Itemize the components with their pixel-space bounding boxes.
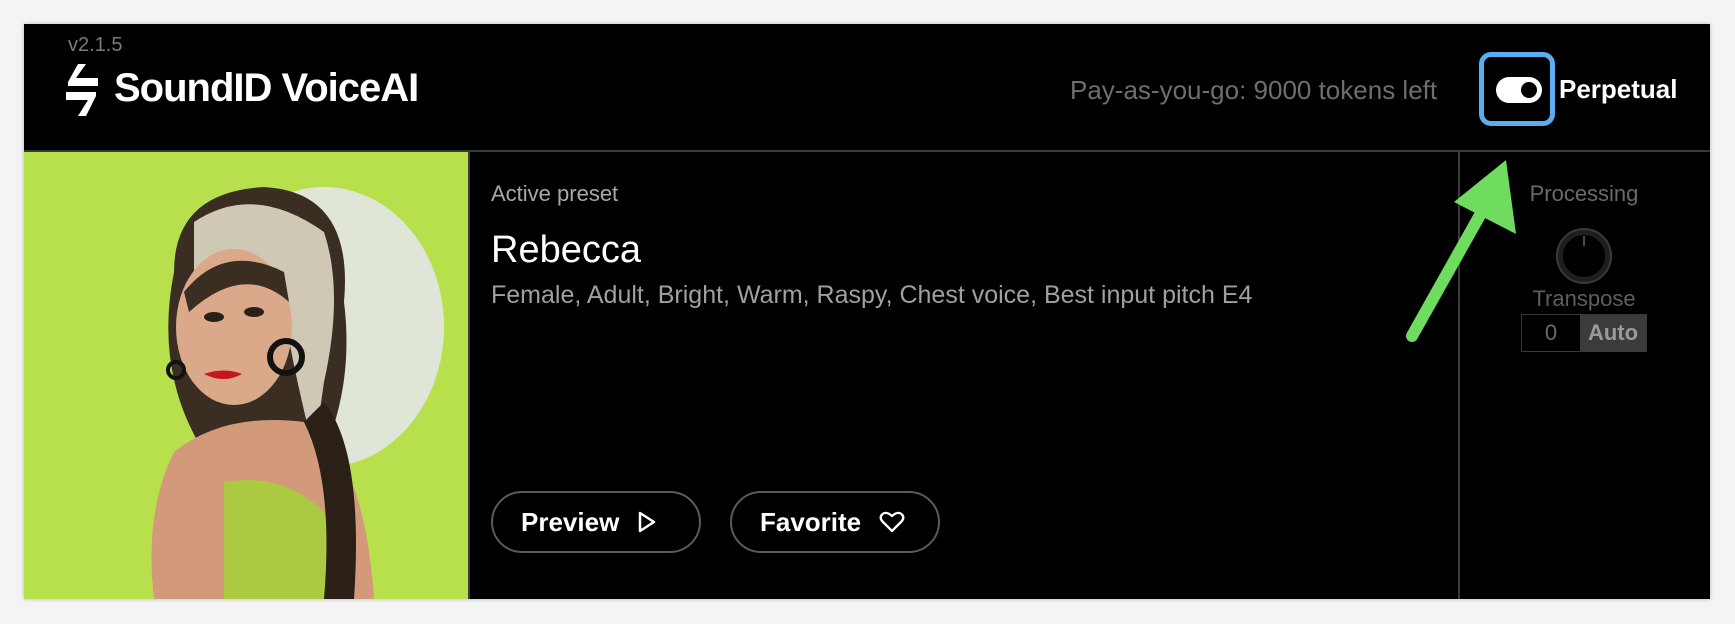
preset-tags: Female, Adult, Bright, Warm, Raspy, Ches… (491, 281, 1253, 309)
preset-name: Rebecca (491, 229, 641, 271)
perpetual-label[interactable]: Perpetual (1559, 74, 1678, 105)
favorite-button[interactable]: Favorite (730, 491, 940, 553)
version-label: v2.1.5 (68, 34, 123, 56)
annotation-arrow-icon (1406, 160, 1516, 342)
divider (468, 152, 470, 599)
license-toggle-highlight (1479, 52, 1555, 126)
transpose-auto-button[interactable]: Auto (1580, 315, 1646, 351)
active-preset-label: Active preset (491, 181, 619, 206)
plugin-window: v2.1.5 SoundID VoiceAI Pay-as-you-go: 90… (24, 24, 1710, 599)
preview-button-label: Preview (521, 506, 620, 537)
tokens-status: Pay-as-you-go: 9000 tokens left (1070, 75, 1438, 105)
preview-button[interactable]: Preview (491, 491, 701, 553)
heart-icon (879, 511, 905, 533)
logo-icon (66, 64, 98, 116)
play-icon (639, 511, 656, 533)
app-title: SoundID VoiceAI (114, 66, 419, 110)
transpose-knob[interactable] (1554, 226, 1614, 286)
preset-portrait-image (24, 152, 468, 599)
license-toggle[interactable] (1496, 77, 1542, 103)
toggle-knob (1521, 82, 1537, 98)
header-bar: v2.1.5 SoundID VoiceAI Pay-as-you-go: 90… (24, 24, 1710, 152)
favorite-button-label: Favorite (760, 506, 862, 537)
portrait-illustration (24, 152, 468, 599)
